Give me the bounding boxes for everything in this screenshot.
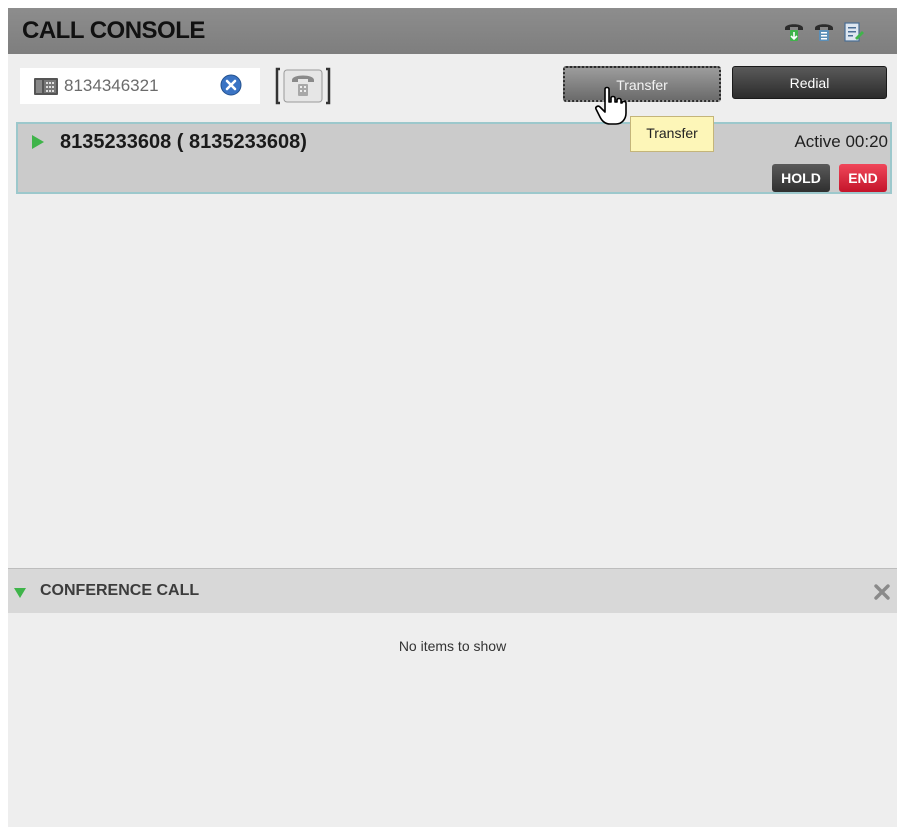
redial-button[interactable]: Redial — [732, 66, 887, 99]
hand-cursor-icon — [595, 86, 627, 125]
conference-header: CONFERENCE CALL — [8, 568, 897, 613]
end-button[interactable]: END — [839, 164, 887, 192]
play-icon — [32, 135, 44, 149]
clear-icon[interactable] — [220, 74, 242, 96]
chevron-down-icon[interactable] — [14, 588, 26, 598]
empty-state-message: No items to show — [398, 638, 507, 654]
call-status: Active 00:20 — [794, 132, 888, 151]
console-title: CALL CONSOLE — [22, 17, 205, 44]
active-call-row[interactable]: 8135233608 ( 8135233608) Active 00:20 HO… — [16, 122, 892, 194]
call-number: 8135233608 ( 8135233608) — [60, 131, 307, 153]
conference-title: CONFERENCE CALL — [40, 582, 200, 599]
transfer-tooltip: Transfer — [630, 116, 714, 152]
close-icon[interactable] — [873, 583, 891, 601]
console-header: CALL CONSOLE — [8, 8, 897, 54]
phone-green-icon[interactable] — [783, 20, 805, 44]
hold-button[interactable]: HOLD — [772, 164, 830, 192]
phone-dial-icon[interactable] — [274, 66, 332, 106]
phone-transfer-icon[interactable] — [813, 20, 835, 44]
call-console: CALL CONSOLE 8134346321 Transfer Redial … — [8, 8, 897, 827]
notes-icon[interactable] — [842, 20, 864, 44]
dial-number-input[interactable] — [64, 74, 214, 98]
desk-phone-icon — [34, 78, 58, 95]
transfer-button[interactable]: Transfer — [563, 66, 721, 102]
